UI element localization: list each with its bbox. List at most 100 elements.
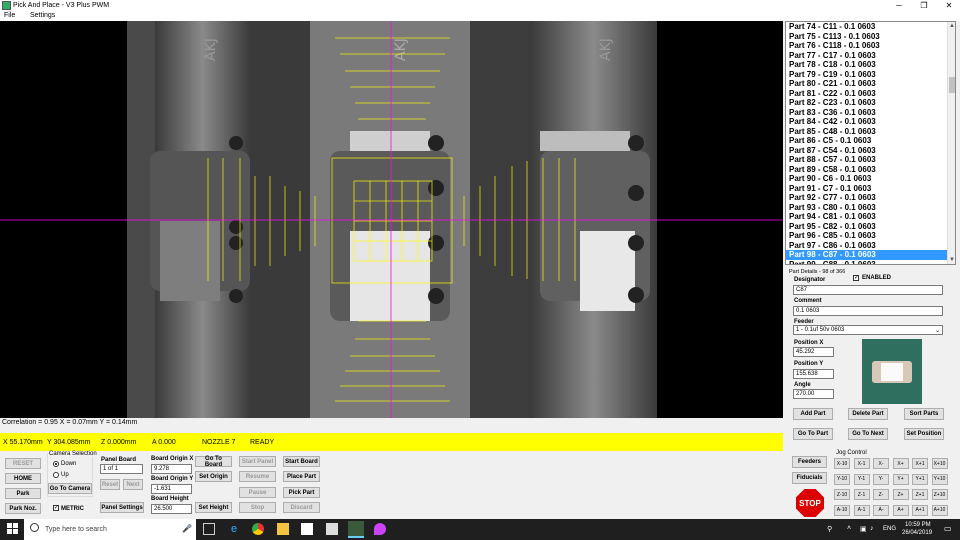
- go-to-camera-button[interactable]: Go To Camera: [48, 483, 92, 494]
- part-list-item[interactable]: Part 99 - C88 - 0.1 0603: [786, 260, 955, 265]
- people-icon[interactable]: ⚲: [827, 525, 832, 533]
- windows-start-icon[interactable]: [7, 523, 19, 535]
- store-icon[interactable]: [301, 523, 313, 535]
- panel-board-field[interactable]: 1 of 1: [100, 464, 143, 474]
- panel-next-button[interactable]: Next: [123, 479, 143, 490]
- jog-button-xplus1[interactable]: X+1: [912, 458, 928, 469]
- camera-down-radio[interactable]: [53, 461, 59, 467]
- angle-field[interactable]: 270.00: [793, 389, 834, 399]
- part-list-item[interactable]: Part 90 - C6 - 0.1 0603: [786, 174, 955, 184]
- jog-button-aplus1[interactable]: A+1: [912, 504, 928, 516]
- part-list-item[interactable]: Part 95 - C82 - 0.1 0603: [786, 222, 955, 232]
- jog-button-xminus1[interactable]: X-1: [853, 458, 870, 469]
- jog-button-aplus[interactable]: A+: [892, 504, 909, 516]
- jog-button-zplus[interactable]: Z+: [892, 489, 909, 500]
- part-list-item[interactable]: Part 94 - C81 - 0.1 0603: [786, 212, 955, 222]
- set-height-button[interactable]: Set Height: [195, 502, 232, 513]
- pick-and-place-taskbar-icon[interactable]: [348, 521, 364, 538]
- part-list[interactable]: Part 74 - C11 - 0.1 0603 Part 75 - C113 -…: [785, 21, 956, 265]
- panel-settings-button[interactable]: Panel Settings: [100, 502, 144, 513]
- park-button[interactable]: Park: [5, 488, 41, 499]
- clock-time[interactable]: 10:59 PM: [905, 522, 931, 528]
- jog-button-zplus10[interactable]: Z+10: [931, 489, 948, 500]
- set-origin-button[interactable]: Set Origin: [195, 471, 232, 482]
- file-explorer-icon[interactable]: [277, 523, 289, 535]
- close-button[interactable]: ✕: [938, 0, 960, 11]
- task-view-icon[interactable]: [203, 523, 215, 535]
- jog-button-xplus[interactable]: X+: [892, 458, 909, 469]
- go-to-board-button[interactable]: Go To Board: [195, 456, 232, 468]
- jog-button-yplus1[interactable]: Y+1: [912, 473, 928, 485]
- chevron-up-icon[interactable]: ˄: [847, 525, 851, 532]
- jog-button-aminus1[interactable]: A-1: [853, 504, 870, 516]
- part-list-item[interactable]: Part 76 - C118 - 0.1 0603: [786, 41, 955, 51]
- part-list-item[interactable]: Part 96 - C85 - 0.1 0603: [786, 231, 955, 241]
- jog-button-xminus10[interactable]: X-10: [834, 458, 850, 469]
- scroll-down-icon[interactable]: ▼: [948, 256, 955, 264]
- camera-up-radio[interactable]: [53, 472, 59, 478]
- place-part-button[interactable]: Place Part: [283, 471, 320, 482]
- jog-button-aminus10[interactable]: A-10: [834, 504, 850, 516]
- part-list-item[interactable]: Part 74 - C11 - 0.1 0603: [786, 22, 955, 32]
- jog-button-xminus[interactable]: X-: [873, 458, 889, 469]
- jog-button-yminus10[interactable]: Y-10: [834, 473, 850, 485]
- jog-button-xplus10[interactable]: X+10: [931, 458, 948, 469]
- pause-button[interactable]: Pause: [239, 487, 276, 498]
- part-list-item[interactable]: Part 92 - C77 - 0.1 0603: [786, 193, 955, 203]
- resume-button[interactable]: Resume: [239, 471, 276, 482]
- jog-button-zminus10[interactable]: Z-10: [834, 489, 850, 500]
- part-list-item[interactable]: Part 86 - C5 - 0.1 0603: [786, 136, 955, 146]
- part-list-item[interactable]: Part 80 - C21 - 0.1 0603: [786, 79, 955, 89]
- network-icon[interactable]: ▣: [860, 525, 867, 533]
- delete-part-button[interactable]: Delete Part: [848, 408, 888, 420]
- chrome-icon[interactable]: [252, 523, 264, 535]
- jog-button-zminus[interactable]: Z-: [873, 489, 889, 500]
- mail-icon[interactable]: [326, 523, 338, 535]
- menu-file[interactable]: File: [4, 12, 15, 19]
- scroll-thumb[interactable]: [949, 77, 955, 93]
- menu-settings[interactable]: Settings: [30, 12, 55, 19]
- part-list-item[interactable]: Part 87 - C54 - 0.1 0603: [786, 146, 955, 156]
- go-to-part-button[interactable]: Go To Part: [793, 428, 833, 440]
- language-indicator[interactable]: ENG: [883, 526, 896, 532]
- microphone-icon[interactable]: 🎤: [182, 524, 192, 533]
- part-list-item[interactable]: Part 88 - C57 - 0.1 0603: [786, 155, 955, 165]
- board-height-field[interactable]: 26.500: [151, 504, 192, 514]
- stop-button[interactable]: STOP: [796, 489, 824, 517]
- jog-button-aplus10[interactable]: A+10: [931, 504, 948, 516]
- board-origin-x-field[interactable]: 9.278: [151, 464, 192, 474]
- position-y-field[interactable]: 155.638: [793, 369, 834, 379]
- part-list-item[interactable]: Part 81 - C22 - 0.1 0603: [786, 89, 955, 99]
- jog-button-zplus1[interactable]: Z+1: [912, 489, 928, 500]
- part-list-item[interactable]: Part 89 - C58 - 0.1 0603: [786, 165, 955, 175]
- taskbar-search-box[interactable]: Type here to search 🎤: [24, 519, 196, 540]
- part-list-item[interactable]: Part 85 - C48 - 0.1 0603: [786, 127, 955, 137]
- part-list-item[interactable]: Part 79 - C19 - 0.1 0603: [786, 70, 955, 80]
- pick-part-button[interactable]: Pick Part: [283, 487, 320, 498]
- panel-reset-button[interactable]: Reset: [100, 479, 120, 490]
- maximize-button[interactable]: ❐: [913, 0, 935, 11]
- comment-field[interactable]: 0.1 0603: [793, 306, 943, 316]
- start-panel-button[interactable]: Start Panel: [239, 456, 276, 467]
- part-list-item[interactable]: Part 91 - C7 - 0.1 0603: [786, 184, 955, 194]
- part-list-scrollbar[interactable]: ▲ ▼: [947, 22, 955, 264]
- reset-button[interactable]: RESET: [5, 458, 41, 469]
- jog-button-zminus1[interactable]: Z-1: [853, 489, 870, 500]
- part-list-item[interactable]: Part 84 - C42 - 0.1 0603: [786, 117, 955, 127]
- minimize-button[interactable]: ─: [888, 0, 910, 11]
- part-list-item[interactable]: Part 77 - C17 - 0.1 0603: [786, 51, 955, 61]
- fiducials-button[interactable]: Fiducials: [792, 472, 827, 484]
- volume-icon[interactable]: ♪: [870, 525, 874, 532]
- designator-field[interactable]: C87: [793, 285, 943, 295]
- start-board-button[interactable]: Start Board: [283, 456, 320, 467]
- part-list-item[interactable]: Part 78 - C18 - 0.1 0603: [786, 60, 955, 70]
- go-to-next-button[interactable]: Go To Next: [848, 428, 888, 440]
- position-x-field[interactable]: 45.292: [793, 347, 834, 357]
- part-list-item[interactable]: Part 97 - C86 - 0.1 0603: [786, 241, 955, 251]
- sort-parts-button[interactable]: Sort Parts: [904, 408, 944, 420]
- clock-date[interactable]: 26/04/2019: [902, 530, 932, 536]
- metric-checkbox[interactable]: ✓: [53, 505, 59, 511]
- park-nozzle-button[interactable]: Park Noz.: [5, 503, 41, 514]
- part-list-item[interactable]: Part 75 - C113 - 0.1 0603: [786, 32, 955, 42]
- jog-button-yplus[interactable]: Y+: [892, 473, 909, 485]
